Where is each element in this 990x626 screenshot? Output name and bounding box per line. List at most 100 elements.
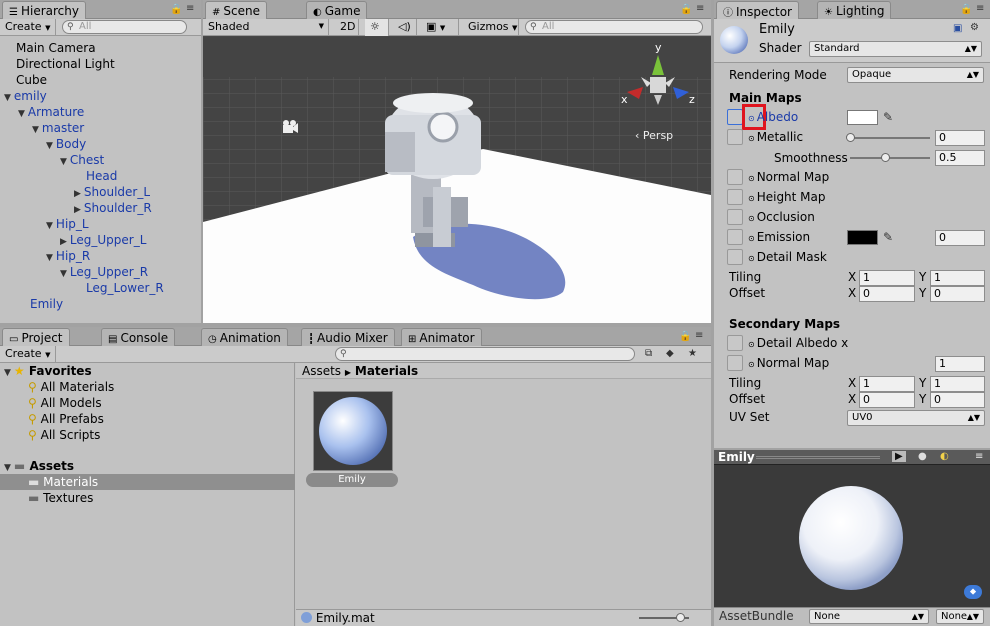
menu-icon[interactable]: ≡	[186, 3, 194, 14]
gear-icon[interactable]: ⚙	[970, 22, 979, 33]
scene-search-input[interactable]: ⚲ All	[525, 20, 703, 34]
albedo-texture-slot[interactable]	[727, 109, 743, 125]
normal-map2-label[interactable]: ⊙ Normal Map	[748, 355, 829, 371]
asset-tile-emily[interactable]	[313, 391, 393, 471]
smoothness-field[interactable]: 0.5	[935, 150, 985, 166]
tab-game[interactable]: ◐ Game	[306, 1, 368, 19]
hierarchy-item[interactable]: Emily	[30, 296, 63, 312]
offset-y-field[interactable]: 0	[930, 286, 985, 302]
filter-label-icon[interactable]: ◆	[666, 348, 674, 359]
preview-menu-icon[interactable]: ≡	[975, 451, 983, 462]
slider-thumb[interactable]	[676, 613, 685, 622]
hierarchy-item[interactable]: ▼ Armature	[18, 104, 84, 120]
tab-lighting[interactable]: ☀ Lighting	[817, 1, 892, 19]
hierarchy-item[interactable]: Main Camera	[16, 40, 96, 56]
tab-animator[interactable]: ⊞ Animator	[401, 328, 482, 346]
scene-viewport[interactable]: y x z ‹ Persp	[203, 37, 711, 323]
tag-icon[interactable]: ⬥	[964, 585, 982, 599]
emission-color-swatch[interactable]	[847, 230, 878, 245]
tab-project[interactable]: ▭ Project	[2, 328, 70, 347]
filter-type-icon[interactable]: ⧉	[645, 348, 652, 359]
folder-materials-label[interactable]: ▬ Materials	[28, 474, 98, 490]
smoothness-slider-thumb[interactable]	[881, 153, 890, 162]
light-toggle-icon[interactable]: ◐	[940, 451, 949, 462]
normal-map-label[interactable]: ⊙ Normal Map	[748, 169, 829, 185]
expand-arrow-icon[interactable]: ▶	[74, 189, 81, 199]
tiling2-x-field[interactable]: 1	[859, 376, 915, 392]
assetbundle-variant-dropdown[interactable]: None ▲▼	[936, 609, 984, 624]
shader-dropdown[interactable]: Standard ▲▼	[809, 41, 982, 57]
smoothness-slider-track[interactable]	[850, 157, 930, 159]
normal-map2-field[interactable]: 1	[935, 356, 985, 372]
expand-arrow-icon[interactable]: ▶	[60, 237, 67, 247]
sphere-icon[interactable]: ●	[918, 451, 927, 462]
hierarchy-item[interactable]: Directional Light	[16, 56, 115, 72]
expand-arrow-icon[interactable]: ▼	[60, 269, 67, 279]
expand-arrow-icon[interactable]: ▼	[32, 125, 39, 135]
hierarchy-item[interactable]: ▼ Body	[46, 136, 86, 152]
create-button[interactable]: Create ▼	[0, 19, 56, 36]
height-map-slot[interactable]	[727, 189, 743, 205]
favorite-item[interactable]: ⚲ All Scripts	[28, 427, 100, 443]
hierarchy-item[interactable]: Cube	[16, 72, 47, 88]
tab-scene[interactable]: # Scene	[205, 1, 267, 20]
metallic-texture-slot[interactable]	[727, 129, 743, 145]
expand-arrow-icon[interactable]: ▼	[60, 157, 67, 167]
camera-gizmo-icon[interactable]	[283, 120, 298, 133]
star-filter-icon[interactable]: ★	[688, 348, 697, 359]
help-book-icon[interactable]: ▣	[953, 23, 962, 34]
hierarchy-item[interactable]: ▼ Hip_R	[46, 248, 90, 264]
expand-arrow-icon[interactable]: ▼	[46, 141, 53, 151]
hierarchy-item[interactable]: Head	[86, 168, 117, 184]
emission-slot[interactable]	[727, 229, 743, 245]
expand-arrow-icon[interactable]: ▼	[46, 221, 53, 231]
tab-hierarchy[interactable]: ☰ Hierarchy	[2, 1, 86, 20]
breadcrumb-assets[interactable]: Assets	[302, 364, 341, 378]
tiling-x-field[interactable]: 1	[859, 270, 915, 286]
detail-albedo-slot[interactable]	[727, 335, 743, 351]
lock-icon[interactable]: 🔒	[960, 4, 972, 15]
lock-icon[interactable]: 🔒	[679, 331, 691, 342]
emission-label[interactable]: ⊙ Emission	[748, 229, 810, 245]
tiling2-y-field[interactable]: 1	[930, 376, 985, 392]
preview-render[interactable]	[714, 466, 990, 606]
rendering-mode-dropdown[interactable]: Opaque ▲▼	[847, 67, 984, 83]
play-icon[interactable]: ▶	[892, 451, 906, 462]
eyedropper-icon[interactable]: ✎	[883, 110, 893, 124]
persp-label[interactable]: ‹ Persp	[635, 129, 673, 142]
lighting-toggle[interactable]: ☼	[365, 19, 389, 36]
preview-drag-bar[interactable]	[756, 456, 880, 459]
tab-console[interactable]: ▤ Console	[101, 328, 176, 346]
height-map-label[interactable]: ⊙ Height Map	[748, 189, 826, 205]
tab-inspector[interactable]: ⓘ Inspector	[716, 1, 799, 20]
normal-map-slot[interactable]	[727, 169, 743, 185]
expand-arrow-icon[interactable]: ▶	[74, 205, 81, 215]
menu-icon[interactable]: ≡	[976, 3, 984, 14]
occlusion-label[interactable]: ⊙ Occlusion	[748, 209, 815, 225]
hierarchy-item[interactable]: ▶ Shoulder_R	[74, 200, 152, 216]
lock-icon[interactable]: 🔒	[680, 4, 692, 15]
favorite-item[interactable]: ⚲ All Materials	[28, 379, 114, 395]
hierarchy-item[interactable]: ▼ Hip_L	[46, 216, 89, 232]
emission-field[interactable]: 0	[935, 230, 985, 246]
hierarchy-item[interactable]: ▼ Chest	[60, 152, 104, 168]
offset2-y-field[interactable]: 0	[930, 392, 985, 408]
2d-toggle[interactable]: 2D	[335, 19, 359, 36]
albedo-color-swatch[interactable]	[847, 110, 878, 125]
offset-x-field[interactable]: 0	[859, 286, 915, 302]
hierarchy-item[interactable]: ▶ Leg_Upper_L	[60, 232, 146, 248]
tab-audio-mixer[interactable]: ┇ Audio Mixer	[301, 328, 395, 346]
audio-toggle[interactable]: ◁)	[393, 19, 417, 36]
expand-arrow-icon[interactable]: ▼	[46, 253, 53, 263]
tab-animation[interactable]: ◷ Animation	[201, 328, 288, 346]
detail-mask-label[interactable]: ⊙ Detail Mask	[748, 249, 827, 265]
breadcrumb-materials[interactable]: Materials	[355, 364, 418, 378]
hierarchy-item[interactable]: ▼ master	[32, 120, 84, 136]
favorite-item[interactable]: ⚲ All Models	[28, 395, 102, 411]
effects-dropdown[interactable]: ▣ ▼	[421, 19, 459, 36]
detail-albedo-label[interactable]: ⊙ Detail Albedo x	[748, 335, 848, 351]
metallic-label[interactable]: ⊙ Metallic	[748, 129, 803, 145]
detail-mask-slot[interactable]	[727, 249, 743, 265]
expand-arrow-icon[interactable]: ▼	[18, 109, 25, 119]
eyedropper-icon[interactable]: ✎	[883, 230, 893, 244]
